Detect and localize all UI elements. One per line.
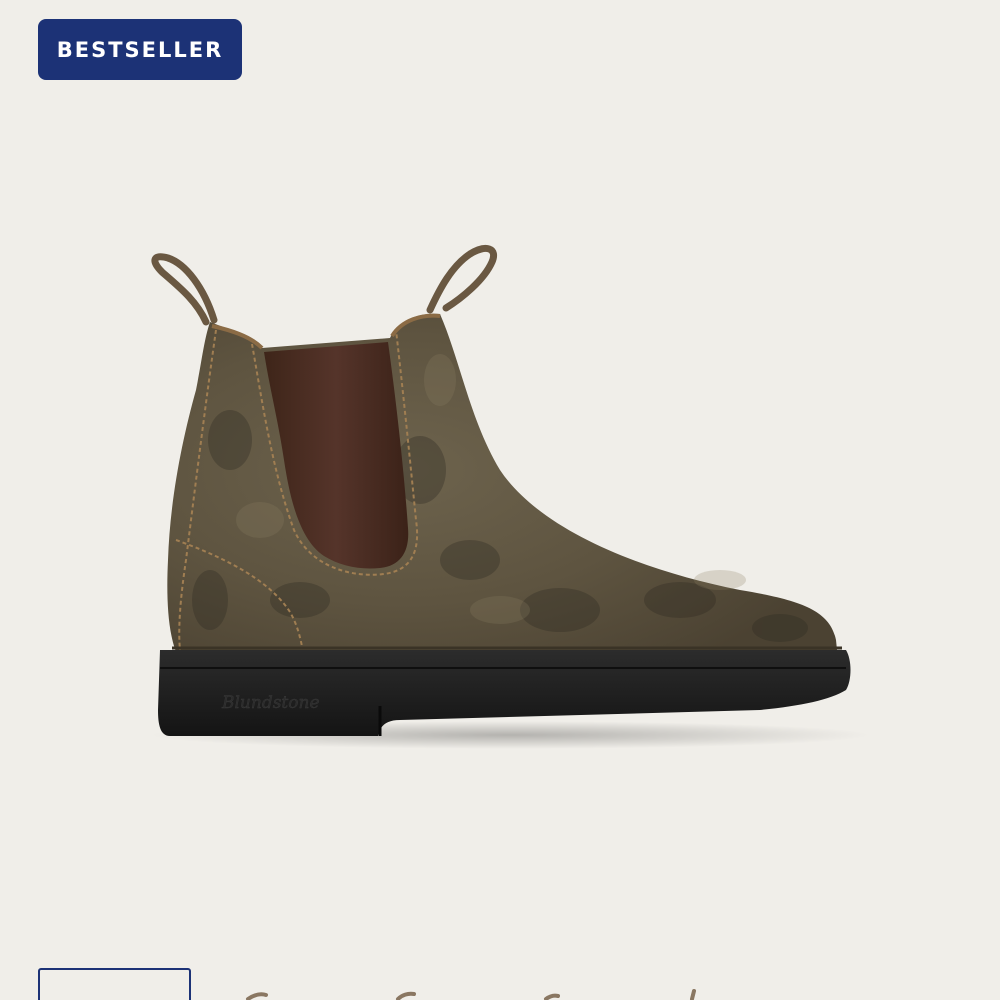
sole-logo: Blundstone (221, 693, 320, 713)
product-gallery: BESTSELLER Blundstone (0, 0, 1000, 1000)
chelsea-boot-image[interactable]: Blundstone (0, 0, 1000, 1000)
gallery-thumbnail[interactable] (38, 968, 191, 1000)
product-title-cropped (246, 989, 696, 1000)
